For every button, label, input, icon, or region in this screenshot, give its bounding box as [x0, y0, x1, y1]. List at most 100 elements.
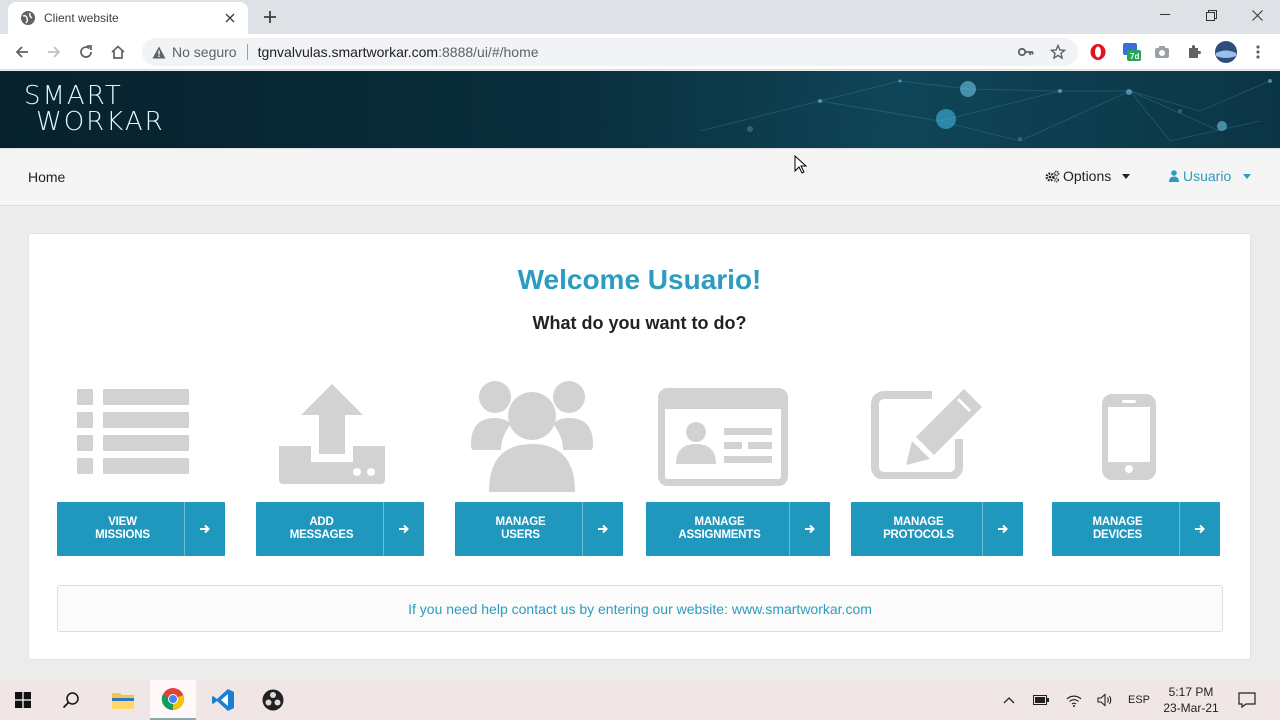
chrome-taskbar[interactable] [150, 680, 196, 720]
button-label: ADD MESSAGES [289, 516, 354, 541]
restore-button[interactable] [1188, 0, 1234, 30]
file-explorer-taskbar[interactable] [100, 680, 146, 720]
opera-extension[interactable] [1086, 40, 1110, 64]
mobile-icon [1102, 394, 1156, 480]
windows-logo-icon [15, 692, 31, 708]
manage-assignments-button[interactable]: MANAGE ASSIGNMENTS [646, 502, 830, 556]
home-button[interactable] [106, 40, 130, 64]
network-indicator[interactable] [1063, 680, 1085, 720]
obs-taskbar[interactable] [250, 680, 296, 720]
url-host: tgnvalvulas.smartworkar.com [257, 44, 439, 60]
caret-down-icon [1243, 173, 1252, 179]
user-icon [1169, 170, 1179, 182]
star-icon [1050, 44, 1066, 60]
home-panel: Welcome Usuario! What do you want to do? [28, 233, 1251, 660]
action-center-button[interactable] [1234, 680, 1260, 720]
camera-extension[interactable] [1150, 40, 1174, 64]
button-label: MANAGE PROTOCOLS [883, 516, 954, 541]
search-icon [62, 692, 79, 709]
site-header-banner: SMART WORKAR [0, 71, 1280, 148]
camera-icon [1155, 46, 1169, 58]
page-subtitle: What do you want to do? [532, 313, 747, 333]
key-icon [1018, 47, 1034, 57]
notification-icon [1238, 692, 1256, 708]
close-window-button[interactable] [1234, 0, 1280, 30]
back-button[interactable] [10, 40, 34, 64]
windows-taskbar: ESP 5:17 PM 23-Mar-21 [0, 680, 1280, 720]
new-tab-button[interactable] [258, 6, 282, 28]
options-dropdown[interactable]: Options [1045, 168, 1131, 184]
arrow-right-icon [789, 502, 830, 556]
reload-button[interactable] [74, 40, 98, 64]
opera-icon [1090, 44, 1106, 60]
browser-menu-button[interactable] [1246, 40, 1270, 64]
gears-icon [1045, 170, 1060, 183]
page-title: Welcome Usuario! [517, 264, 762, 295]
vscode-taskbar[interactable] [200, 680, 246, 720]
button-label: MANAGE DEVICES [1092, 516, 1143, 541]
minimize-button[interactable] [1142, 0, 1188, 30]
search-button[interactable] [48, 680, 94, 720]
calendar-extension[interactable]: 7d [1120, 40, 1144, 64]
arrow-right-icon [48, 46, 61, 58]
arrow-right-icon [1179, 502, 1220, 556]
users-icon [471, 381, 593, 492]
extensions-button[interactable] [1182, 40, 1206, 64]
puzzle-icon [1189, 45, 1201, 58]
vscode-icon [212, 689, 234, 711]
start-button[interactable] [0, 680, 46, 720]
logo-line1: SMART [24, 81, 123, 111]
button-label: MANAGE USERS [495, 516, 546, 541]
profile-button[interactable] [1214, 40, 1238, 64]
password-key-button[interactable] [1014, 40, 1038, 64]
home-icon [111, 45, 125, 59]
help-message-link[interactable]: If you need help contact us by entering … [57, 585, 1223, 632]
id-card-icon [658, 388, 788, 486]
user-dropdown[interactable]: Usuario [1169, 168, 1252, 184]
volume-indicator[interactable] [1094, 680, 1116, 720]
upload-icon [279, 384, 385, 484]
manage-protocols-button[interactable]: MANAGE PROTOCOLS [851, 502, 1023, 556]
close-icon [1251, 9, 1263, 21]
manage-devices-button[interactable]: MANAGE DEVICES [1052, 502, 1220, 556]
app-navbar: Home Options Usuario [0, 148, 1280, 206]
browser-tab[interactable]: Client website [8, 2, 248, 34]
nav-home-link[interactable]: Home [28, 169, 65, 185]
smartworkar-logo[interactable]: SMART WORKAR [24, 83, 165, 135]
show-hidden-icons-button[interactable] [998, 680, 1020, 720]
wifi-icon [1066, 695, 1082, 707]
list-icon [77, 389, 189, 474]
obs-icon [262, 689, 284, 711]
reload-icon [80, 45, 92, 58]
avatar [1215, 41, 1237, 63]
language-label: ESP [1127, 694, 1150, 706]
options-label: Options [1063, 168, 1112, 184]
tab-title: Client website [44, 11, 119, 25]
bookmark-button[interactable] [1046, 40, 1070, 64]
system-clock[interactable]: 5:17 PM 23-Mar-21 [1158, 684, 1224, 716]
folder-icon [112, 693, 134, 709]
url-path: :8888/ui/#/home [438, 44, 539, 60]
address-bar[interactable]: No seguro tgnvalvulas.smartworkar.com:88… [142, 38, 1078, 66]
edit-icon [871, 389, 982, 479]
forward-button[interactable] [42, 40, 66, 64]
add-messages-button[interactable]: ADD MESSAGES [256, 502, 424, 556]
language-indicator[interactable]: ESP [1124, 680, 1154, 720]
manage-users-button[interactable]: MANAGE USERS [455, 502, 623, 556]
more-vertical-icon [1256, 45, 1260, 59]
chrome-icon [161, 688, 185, 711]
view-missions-button[interactable]: VIEW MISSIONS [57, 502, 225, 556]
extension-badge: 7d [1130, 52, 1140, 61]
plus-icon [264, 11, 276, 23]
warning-icon[interactable] [152, 46, 166, 59]
arrow-right-icon [582, 502, 623, 556]
clock-time: 5:17 PM [1168, 685, 1214, 699]
battery-indicator[interactable] [1030, 680, 1052, 720]
button-label: MANAGE ASSIGNMENTS [678, 516, 761, 541]
caret-down-icon [1122, 173, 1131, 179]
network-background-graphic [699, 79, 1272, 142]
arrow-right-icon [184, 502, 225, 556]
close-tab-icon[interactable] [222, 10, 238, 26]
mouse-cursor-icon [794, 155, 808, 174]
minimize-icon [1160, 14, 1170, 15]
